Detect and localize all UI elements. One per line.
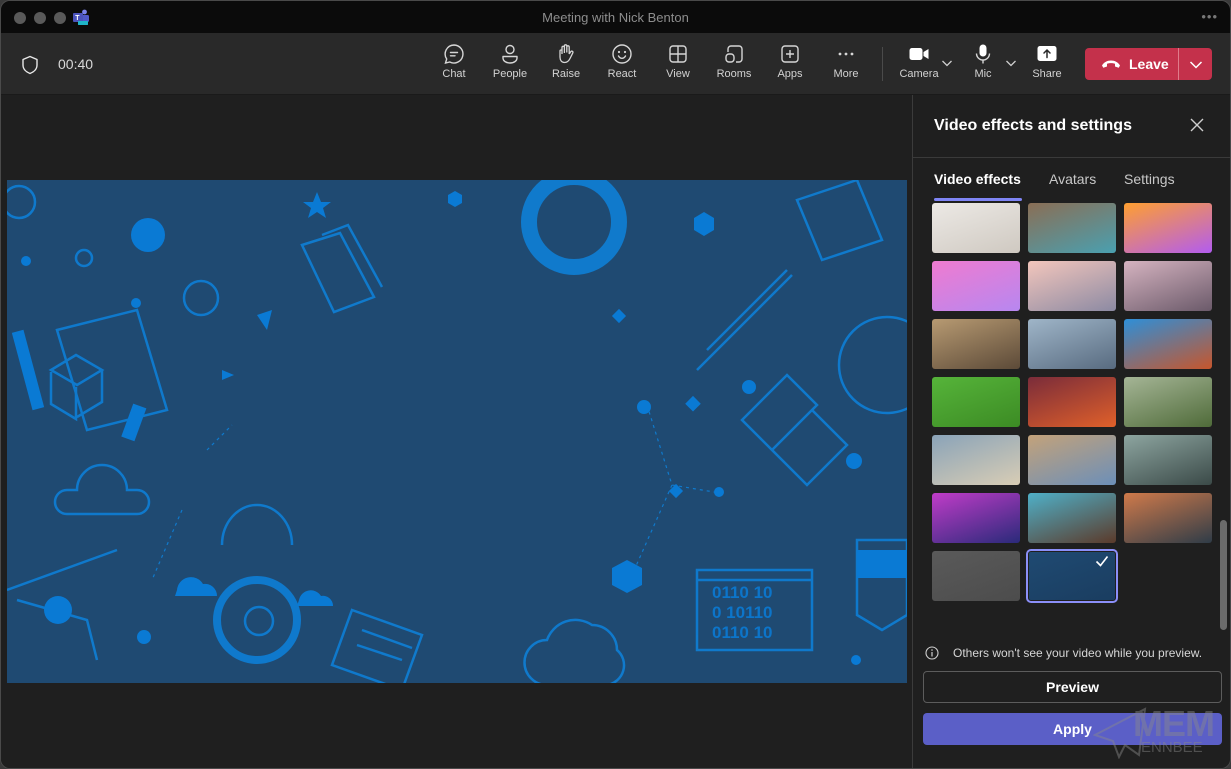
camera-icon	[909, 48, 929, 60]
hand-icon	[559, 44, 574, 64]
share-icon	[1037, 46, 1057, 61]
background-thumbnail-blue-tech-doodle-pattern[interactable]	[1026, 549, 1118, 603]
window-title: Meeting with Nick Benton	[542, 10, 689, 25]
background-thumbnail-classroom[interactable]	[932, 319, 1020, 369]
svg-text:0 10110: 0 10110	[712, 603, 773, 622]
background-thumbnail-mountain-valley[interactable]	[1124, 377, 1212, 427]
apply-button[interactable]: Apply	[923, 713, 1222, 745]
apps-label: Apps	[777, 68, 803, 80]
camera-button[interactable]: Camera	[891, 43, 947, 87]
background-thumbnail-grid	[932, 203, 1214, 623]
share-label: Share	[1032, 68, 1062, 80]
close-panel-icon[interactable]	[1189, 117, 1205, 133]
mic-options-chevron-down-icon[interactable]	[1005, 59, 1017, 67]
view-button[interactable]: View	[650, 43, 706, 87]
raise-hand-button[interactable]: Raise	[538, 43, 594, 87]
title-bar: T Meeting with Nick Benton •••	[1, 1, 1230, 33]
background-thumbnail-minecraft-nether[interactable]	[1028, 377, 1116, 427]
camera-label: Camera	[899, 68, 939, 80]
ellipsis-icon	[838, 52, 854, 56]
background-thumbnail-halo-sci-fi-landscape[interactable]	[1124, 435, 1212, 485]
meeting-toolbar: 00:40 Chat People Raise React View Rooms…	[1, 33, 1230, 95]
meeting-stage: 0110 10 0 10110 0110 10	[1, 95, 912, 768]
background-thumbnail-pastel-rock-arch-rover[interactable]	[1124, 261, 1212, 311]
background-thumbnail-minecraft-waterfall[interactable]	[1124, 319, 1212, 369]
svg-text:0110 10: 0110 10	[712, 623, 773, 642]
self-video-preview: 0110 10 0 10110 0110 10	[7, 180, 907, 683]
rooms-label: Rooms	[716, 68, 752, 80]
info-icon	[925, 646, 939, 660]
toolbar-separator	[882, 47, 883, 81]
preview-info-notice: Others won't see your video while you pr…	[925, 646, 1202, 660]
leave-options-button[interactable]	[1179, 48, 1212, 80]
people-button[interactable]: People	[482, 43, 538, 87]
shield-icon[interactable]	[21, 55, 39, 75]
people-icon	[502, 44, 518, 64]
background-thumbnail-autumn-town-street[interactable]	[1124, 493, 1212, 543]
leave-button[interactable]: Leave	[1085, 48, 1179, 80]
teams-meeting-window: T Meeting with Nick Benton ••• 00:40 Cha…	[0, 0, 1231, 769]
people-label: People	[492, 68, 528, 80]
background-thumbnail-alien-planet-coast[interactable]	[1028, 493, 1116, 543]
rooms-icon	[725, 45, 743, 63]
panel-scrollbar[interactable]	[1220, 520, 1227, 630]
raise-label: Raise	[551, 68, 581, 80]
preview-button[interactable]: Preview	[923, 671, 1222, 703]
background-thumbnail-halo-desert-arch[interactable]	[932, 435, 1020, 485]
react-label: React	[607, 68, 637, 80]
smiley-icon	[612, 44, 632, 64]
background-thumbnail-space-station-interior[interactable]	[1028, 319, 1116, 369]
panel-title: Video effects and settings	[934, 117, 1132, 134]
tab-settings[interactable]: Settings	[1124, 171, 1175, 187]
mic-icon	[975, 44, 991, 64]
chat-icon	[444, 44, 464, 64]
selected-checkmark-icon	[1095, 556, 1109, 567]
apps-button[interactable]: Apps	[762, 43, 818, 87]
grid-icon	[669, 45, 687, 63]
meeting-timer: 00:40	[58, 56, 94, 72]
background-thumbnail-gray-doodle-pattern[interactable]	[932, 551, 1020, 601]
chat-button[interactable]: Chat	[426, 43, 482, 87]
window-more-icon[interactable]: •••	[1201, 9, 1218, 24]
active-tab-indicator	[934, 198, 1022, 201]
more-button[interactable]: More	[818, 43, 874, 87]
background-thumbnail-colorful-spheres[interactable]	[1124, 203, 1212, 253]
background-thumbnail-minecraft-garden[interactable]	[932, 377, 1020, 427]
background-thumbnail-medieval-village[interactable]	[1028, 435, 1116, 485]
tab-video-effects[interactable]: Video effects	[934, 171, 1021, 187]
mic-label: Mic	[974, 68, 992, 80]
svg-text:0110 10: 0110 10	[712, 583, 773, 602]
panel-divider	[913, 157, 1230, 158]
mic-button[interactable]: Mic	[955, 43, 1011, 87]
blue-tech-doodle-background: 0110 10 0 10110 0110 10	[7, 180, 907, 683]
hang-up-phone-icon	[1102, 60, 1120, 68]
leave-button-group: Leave	[1085, 48, 1212, 80]
camera-options-chevron-down-icon[interactable]	[941, 59, 953, 67]
rooms-button[interactable]: Rooms	[706, 43, 762, 87]
tab-avatars[interactable]: Avatars	[1049, 171, 1096, 187]
plus-square-icon	[781, 45, 799, 63]
info-text: Others won't see your video while you pr…	[953, 646, 1203, 660]
leave-chevron-down-icon	[1189, 60, 1202, 69]
background-thumbnail-pastel-bridge[interactable]	[1028, 261, 1116, 311]
more-label: More	[833, 68, 859, 80]
background-thumbnail-pink-floating-balls[interactable]	[932, 261, 1020, 311]
chat-label: Chat	[442, 68, 466, 80]
react-button[interactable]: React	[594, 43, 650, 87]
view-label: View	[666, 68, 690, 80]
leave-label: Leave	[1129, 56, 1169, 72]
video-effects-panel: Video effects and settings Video effects…	[912, 95, 1230, 768]
background-thumbnail-industrial-office-lockers[interactable]	[1028, 203, 1116, 253]
share-button[interactable]: Share	[1019, 43, 1075, 87]
background-thumbnail-pink-galaxy-nebula[interactable]	[932, 493, 1020, 543]
background-thumbnail-white-office-room[interactable]	[932, 203, 1020, 253]
